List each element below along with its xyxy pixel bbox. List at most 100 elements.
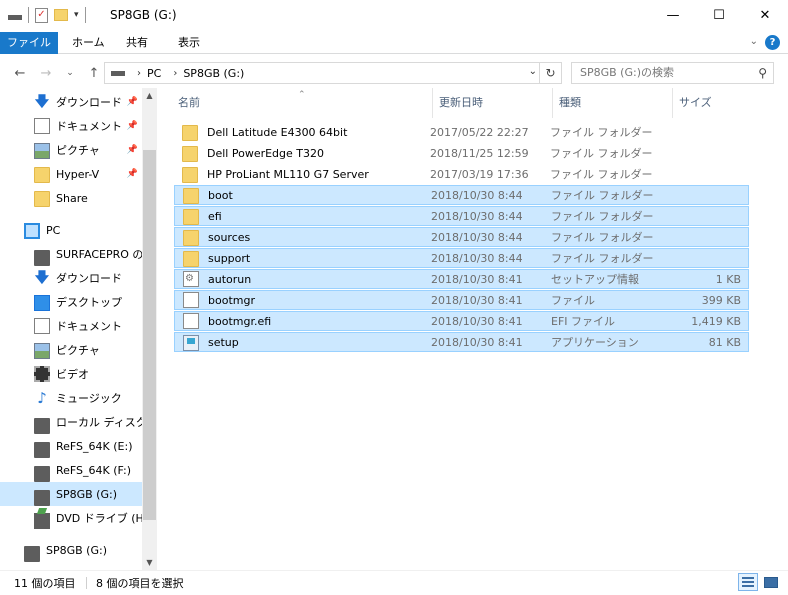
nav-item-label: ReFS_64K (E:) bbox=[56, 439, 133, 453]
title-bar: ✓ ▾ SP8GB (G:) — ☐ ✕ bbox=[0, 0, 788, 32]
breadcrumb-chevron-icon[interactable]: › bbox=[173, 68, 177, 79]
drive-icon bbox=[34, 489, 50, 506]
nav-item-videos[interactable]: ビデオ bbox=[0, 362, 142, 386]
scroll-down-icon[interactable]: ▼ bbox=[142, 555, 157, 570]
nav-item-share[interactable]: Share bbox=[0, 186, 142, 210]
nav-item-pictures-quick[interactable]: ピクチャ 📌 bbox=[0, 138, 142, 162]
file-row[interactable]: setup 2018/10/30 8:41 アプリケーション 81 KB bbox=[174, 332, 749, 352]
drive-icon bbox=[34, 465, 50, 482]
scroll-up-icon[interactable]: ▲ bbox=[142, 88, 157, 103]
file-row[interactable]: HP ProLiant ML110 G7 Server 2017/03/19 1… bbox=[174, 164, 749, 184]
nav-item-documents[interactable]: ドキュメント bbox=[0, 314, 142, 338]
nav-item-refs-f[interactable]: ReFS_64K (F:) bbox=[0, 458, 142, 482]
properties-icon[interactable]: ✓ bbox=[35, 7, 48, 23]
pin-icon[interactable]: 📌 bbox=[127, 145, 138, 155]
nav-item-label: Share bbox=[56, 191, 88, 205]
file-name: Dell PowerEdge T320 bbox=[207, 146, 324, 160]
address-bar[interactable]: › PC › SP8GB (G:) ⌄ ↻ bbox=[104, 62, 562, 84]
nav-item-hyper-v[interactable]: Hyper-V 📌 bbox=[0, 162, 142, 186]
navigation-pane: 🡇 ダウンロード 📌 ドキュメント 📌 ピクチャ 📌 Hyper-V 📌 Sha… bbox=[0, 88, 158, 570]
file-row[interactable]: sources 2018/10/30 8:44 ファイル フォルダー bbox=[174, 227, 749, 247]
help-icon[interactable]: ? bbox=[765, 35, 780, 50]
refresh-icon[interactable]: ↻ bbox=[539, 63, 561, 83]
pin-icon[interactable]: 📌 bbox=[127, 97, 138, 107]
nav-item-refs-e[interactable]: ReFS_64K (E:) bbox=[0, 434, 142, 458]
tab-file[interactable]: ファイル bbox=[0, 32, 58, 54]
nav-item-label: ReFS_64K (F:) bbox=[56, 463, 132, 477]
pin-icon[interactable]: 📌 bbox=[127, 121, 138, 131]
drive-icon bbox=[111, 70, 125, 76]
nav-item-surfacepro[interactable]: SURFACEPRO の bbox=[0, 242, 142, 266]
search-input[interactable]: SP8GB (G:)の検索 ⚲ bbox=[571, 62, 774, 84]
nav-item-sp8gb-g[interactable]: SP8GB (G:) bbox=[0, 482, 142, 506]
toolbar-divider bbox=[28, 7, 29, 23]
file-row[interactable]: efi 2018/10/30 8:44 ファイル フォルダー bbox=[174, 206, 749, 226]
breadcrumb-chevron-icon[interactable]: › bbox=[137, 68, 141, 79]
address-dropdown-icon[interactable]: ⌄ bbox=[529, 66, 537, 77]
minimize-button[interactable]: — bbox=[650, 0, 696, 30]
nav-item-local-disk-c[interactable]: ローカル ディスク (C bbox=[0, 410, 142, 434]
pin-icon[interactable]: 📌 bbox=[127, 169, 138, 179]
file-type: EFI ファイル bbox=[551, 315, 616, 328]
nav-item-desktop[interactable]: デスクトップ bbox=[0, 290, 142, 314]
nav-item-music[interactable]: ♪ ミュージック bbox=[0, 386, 142, 410]
nav-item-label: ミュージック bbox=[56, 392, 122, 405]
tab-share[interactable]: 共有 bbox=[116, 32, 158, 54]
breadcrumb-current[interactable]: SP8GB (G:) bbox=[183, 67, 244, 80]
chevron-down-icon[interactable]: ⌄ bbox=[750, 36, 758, 47]
new-folder-icon[interactable] bbox=[54, 9, 68, 21]
nav-item-label: SURFACEPRO の bbox=[56, 248, 142, 261]
file-type: ファイル bbox=[551, 294, 595, 307]
file-row[interactable]: bootmgr 2018/10/30 8:41 ファイル 399 KB bbox=[174, 290, 749, 310]
folder-icon bbox=[183, 188, 199, 204]
back-arrow-icon[interactable]: ← bbox=[10, 63, 30, 83]
file-date: 2018/11/25 12:59 bbox=[430, 146, 529, 160]
customize-toolbar-icon[interactable]: ▾ bbox=[74, 10, 79, 20]
file-row[interactable]: autorun 2018/10/30 8:41 セットアップ情報 1 KB bbox=[174, 269, 749, 289]
item-count: 11 個の項目 bbox=[14, 577, 76, 590]
maximize-button[interactable]: ☐ bbox=[696, 0, 742, 30]
large-icons-view-button[interactable] bbox=[761, 573, 781, 591]
up-arrow-icon[interactable]: ↑ bbox=[84, 63, 104, 83]
column-header-date[interactable]: 更新日時 bbox=[432, 88, 552, 118]
column-header-name[interactable]: ⌃ 名前 bbox=[158, 88, 416, 118]
file-row[interactable]: Dell Latitude E4300 64bit 2017/05/22 22:… bbox=[174, 122, 749, 142]
file-row[interactable]: boot 2018/10/30 8:44 ファイル フォルダー bbox=[174, 185, 749, 205]
column-header-size[interactable]: サイズ bbox=[672, 88, 752, 118]
ribbon-tabs: ファイル ホーム 共有 表示 ⌄ ? bbox=[0, 32, 788, 54]
file-row[interactable]: support 2018/10/30 8:44 ファイル フォルダー bbox=[174, 248, 749, 268]
setup-icon bbox=[183, 335, 199, 351]
settings-file-icon bbox=[183, 271, 199, 287]
address-row: ← → ⌄ ↑ › PC › SP8GB (G:) ⌄ ↻ SP8GB (G:)… bbox=[0, 58, 788, 88]
nav-item-pc[interactable]: PC bbox=[0, 218, 142, 242]
tab-home[interactable]: ホーム bbox=[62, 32, 115, 54]
nav-item-pictures[interactable]: ピクチャ bbox=[0, 338, 142, 362]
scrollbar-thumb[interactable] bbox=[143, 150, 156, 520]
tab-view[interactable]: 表示 bbox=[168, 32, 210, 54]
nav-item-sp8gb-removable[interactable]: SP8GB (G:) bbox=[0, 538, 142, 562]
file-row[interactable]: Dell PowerEdge T320 2018/11/25 12:59 ファイ… bbox=[174, 143, 749, 163]
nav-item-downloads[interactable]: 🡇 ダウンロード bbox=[0, 266, 142, 290]
nav-item-documents-quick[interactable]: ドキュメント 📌 bbox=[0, 114, 142, 138]
folder-icon bbox=[182, 125, 198, 141]
folder-icon bbox=[34, 167, 50, 183]
file-type: アプリケーション bbox=[551, 336, 639, 349]
nav-item-downloads-quick[interactable]: 🡇 ダウンロード 📌 bbox=[0, 90, 142, 114]
forward-arrow-icon[interactable]: → bbox=[36, 63, 56, 83]
details-view-button[interactable] bbox=[738, 573, 758, 591]
nav-scrollbar[interactable]: ▲ ▼ bbox=[142, 88, 157, 570]
close-button[interactable]: ✕ bbox=[742, 0, 788, 30]
file-date: 2018/10/30 8:41 bbox=[431, 293, 523, 307]
file-date: 2017/03/19 17:36 bbox=[430, 167, 529, 181]
nav-item-dvd-h[interactable]: DVD ドライブ (H:) bbox=[0, 506, 142, 530]
folder-icon bbox=[182, 167, 198, 183]
column-header-type[interactable]: 種類 bbox=[552, 88, 672, 118]
search-icon[interactable]: ⚲ bbox=[758, 63, 767, 83]
file-type: ファイル フォルダー bbox=[550, 147, 653, 160]
recent-locations-icon[interactable]: ⌄ bbox=[60, 63, 80, 83]
nav-item-label: SP8GB (G:) bbox=[46, 543, 107, 557]
documents-icon bbox=[34, 318, 50, 334]
breadcrumb-pc[interactable]: PC bbox=[147, 67, 161, 80]
file-name: boot bbox=[208, 188, 233, 202]
file-row[interactable]: bootmgr.efi 2018/10/30 8:41 EFI ファイル 1,4… bbox=[174, 311, 749, 331]
